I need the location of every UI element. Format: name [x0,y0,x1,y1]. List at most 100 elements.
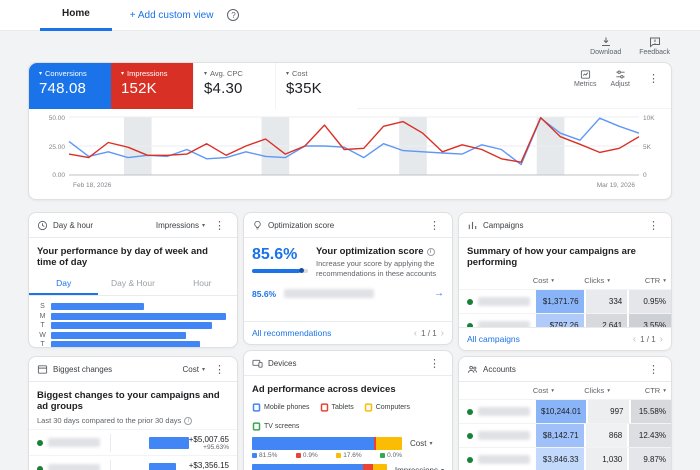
column-header-cost[interactable]: Cost ▾ [495,272,559,289]
page-toolbar: Download Feedback [590,36,670,56]
accounts-people-icon [467,365,478,373]
biggest-changes-metric-dropdown[interactable]: Cost ▾ [183,365,205,374]
next-page-icon[interactable]: › [441,328,444,339]
help-icon[interactable]: ? [227,9,240,21]
bar-segment [252,464,363,470]
summary-card: ▾ Conversions 748.08 ▾ Impressions 152K ▾ Avg. … [28,62,672,200]
stacked-bar[interactable] [252,437,402,450]
table-row[interactable]: $10,244.01 997 15.58% [459,399,671,423]
scorecard-avg-cpc[interactable]: ▾ Avg. CPC $4.30 [193,63,275,109]
metrics-icon [580,70,590,79]
metric-cell: $8,142.71 [534,424,584,447]
column-header-clicks[interactable]: Clicks ▾ [559,272,615,289]
scorecard-conversions[interactable]: ▾ Conversions 748.08 [29,63,111,109]
optimization-kebab-menu[interactable]: ⋮ [425,217,444,234]
device-icon [320,403,328,412]
column-header-clicks[interactable]: Clicks ▾ [559,382,615,399]
chevron-down-icon: ▾ [607,277,610,284]
accounts-kebab-menu[interactable]: ⋮ [644,361,663,378]
legend-swatch [380,453,386,458]
table-row[interactable]: $1,371.76 334 0.95% [459,289,671,313]
table-row[interactable]: $8,142.71 868 12.43% [459,423,671,447]
scorecard-impressions[interactable]: ▾ Impressions 152K [111,63,193,109]
adjust-button[interactable]: Adjust [611,69,630,88]
column-header-ctr[interactable]: CTR ▾ [615,272,671,289]
device-icon [364,403,372,412]
legend-swatch [295,453,301,458]
redacted-name [478,455,530,464]
devices-kebab-menu[interactable]: ⋮ [425,355,444,372]
change-amount: +$3,356.15 [188,460,229,470]
devices-stacked-bars: Cost▾ 81.5% 0.9% 17.6% 0.0% Impressions▾82.3%… [244,437,452,470]
legend-item-tablets[interactable]: Tablets [320,403,354,412]
chevron-down-icon: ▾ [663,387,666,394]
day-hour-tabs: Day Day & Hour Hour [29,274,237,296]
info-icon[interactable]: i [184,416,193,425]
legend-label: Computers [375,404,410,411]
feedback-label: Feedback [639,49,670,56]
add-custom-view-button[interactable]: + Add custom view [130,10,214,21]
day-bar[interactable] [51,312,226,320]
lightbulb-icon [254,220,261,229]
legend-item-tv-screens[interactable]: TV screens [252,422,299,431]
segment-percent: 0.0% [380,452,402,459]
metrics-button[interactable]: Metrics [574,69,597,88]
day-label: S [40,303,45,310]
svg-text:0.00: 0.00 [52,172,65,179]
day-hour-metric-dropdown[interactable]: Impressions ▾ [156,221,205,230]
day-bar[interactable] [51,341,200,347]
card-day-hour: Day & hour Impressions ▾ ⋮ Your performan… [28,212,238,348]
metric-cell: 12.43% [627,424,671,447]
prev-page-icon[interactable]: ‹ [414,328,417,339]
stacked-bar[interactable] [252,464,387,470]
day-bar[interactable] [51,331,186,339]
all-recommendations-link[interactable]: All recommendations [252,328,331,338]
change-row[interactable]: +$3,356.15+70.12% [29,455,237,470]
legend-item-computers[interactable]: Computers [364,403,410,412]
day-bar[interactable] [51,303,144,310]
all-campaigns-link[interactable]: All campaigns [467,334,520,344]
next-page-icon[interactable]: › [660,334,663,345]
day-bar-row: W [39,331,227,339]
summary-kebab-menu[interactable]: ⋮ [644,70,663,87]
campaigns-header: Campaigns ⋮ [459,213,671,238]
change-percent: +95.63% [203,443,229,451]
day-hour-kebab-menu[interactable]: ⋮ [210,217,229,234]
performance-line-chart[interactable]: 50.00 25.00 0.00 10K 5K 0 Feb 18, 2026 Mar 19, … [29,109,673,197]
tab-day-and-hour[interactable]: Day & Hour [98,274,167,295]
biggest-changes-kebab-menu[interactable]: ⋮ [210,361,229,378]
download-button[interactable]: Download [590,36,621,56]
svg-text:Mar 19, 2026: Mar 19, 2026 [597,182,636,189]
legend-item-mobile-phones[interactable]: Mobile phones [252,403,310,412]
legend-label: TV screens [264,423,300,430]
biggest-changes-heading: Biggest changes to your campaigns and ad… [37,390,220,412]
table-row[interactable]: $3,846.33 1,030 9.87% [459,447,671,470]
account-score: 85.6% [252,288,277,299]
day-label: T [40,322,45,329]
metric-cell: 868 [583,424,628,447]
campaigns-kebab-menu[interactable]: ⋮ [644,217,663,234]
optimization-account-row[interactable]: 85.6% → [244,279,452,299]
chevron-down-icon: ▾ [121,71,125,77]
scorecard-cost[interactable]: ▾ Cost $35K [275,63,357,109]
biggest-changes-subheading: Last 30 days compared to the prior 30 da… [29,416,237,429]
arrow-right-icon[interactable]: → [434,288,444,299]
tab-home[interactable]: Home [40,0,112,31]
change-row[interactable]: +$5,007.65 +95.63% [29,429,237,455]
metric-cell: 0.95% [627,290,671,313]
device-metric-dropdown[interactable]: Impressions▾ [395,466,444,470]
column-header-ctr[interactable]: CTR ▾ [615,382,671,399]
svg-text:0: 0 [643,172,647,179]
info-icon[interactable]: i [426,247,435,256]
column-header-cost[interactable]: Cost ▾ [495,382,559,399]
chevron-down-icon: ▾ [39,71,43,77]
feedback-button[interactable]: Feedback [639,36,670,56]
day-bar[interactable] [51,322,212,329]
card-optimization-score: Optimization score ⋮ 85.6% Your optimiza… [243,212,453,345]
device-metric-dropdown[interactable]: Cost ▾ [410,439,432,448]
prev-page-icon[interactable]: ‹ [633,334,636,345]
redacted-account-name [284,289,375,299]
tab-hour[interactable]: Hour [168,274,237,295]
tab-day[interactable]: Day [29,274,99,295]
scorecard-value: 152K [121,80,157,97]
